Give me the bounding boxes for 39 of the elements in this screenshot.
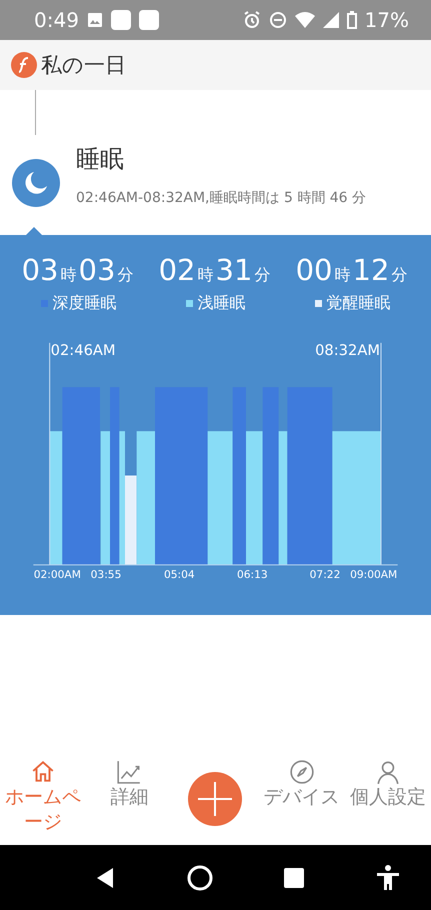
- duration-value: 02 時 31 分: [158, 253, 272, 287]
- duration-value: 00 時 12 分: [296, 253, 408, 287]
- duration-value: 03 時 03 分: [22, 253, 134, 287]
- battery-percentage: 17%: [364, 8, 409, 32]
- plus-icon: [198, 782, 232, 816]
- nav-tab[interactable]: ホームページ: [0, 759, 86, 834]
- nav-tab[interactable]: 詳細: [86, 759, 172, 810]
- notification-icon: [138, 10, 159, 30]
- image-icon: [86, 12, 103, 28]
- moon-icon: [12, 159, 60, 207]
- accessibility-icon[interactable]: [375, 864, 401, 890]
- app-logo-icon: [11, 52, 37, 78]
- chart-icon: [116, 759, 142, 785]
- nav-tab[interactable]: 個人設定: [344, 759, 431, 810]
- legend-label: 覚醒睡眠: [326, 293, 390, 314]
- axis-label: 07:22: [310, 568, 340, 582]
- page-title: 私の一日: [41, 52, 126, 79]
- entry-subtitle: 02:46AM-08:32AM,睡眠時間は 5 時間 46 分: [76, 189, 366, 207]
- person-icon: [374, 759, 401, 785]
- axis-label: 06:13: [236, 568, 268, 582]
- legend-label: 浅睡眠: [198, 293, 246, 314]
- alarm-icon: [242, 11, 261, 29]
- home-button-icon[interactable]: [187, 864, 213, 890]
- axis-label: 03:55: [90, 568, 122, 582]
- battery-icon: [346, 11, 357, 29]
- axis-label: 02:00AM: [34, 568, 81, 582]
- status-time: 0:49: [34, 8, 79, 32]
- wifi-icon: [294, 12, 315, 28]
- end-time-label: 08:32AM: [315, 342, 380, 360]
- axis-label: 09:00AM: [350, 568, 398, 582]
- start-time-label: 02:46AM: [50, 342, 116, 360]
- nav-tab[interactable]: デバイス: [258, 759, 345, 810]
- legend-label: 深度睡眠: [52, 293, 116, 314]
- entry-title: 睡眠: [76, 144, 125, 175]
- signal-icon: [322, 12, 339, 28]
- notification-icon: [110, 10, 131, 30]
- axis-label: 05:04: [164, 568, 195, 582]
- compass-icon: [288, 759, 315, 785]
- do-not-disturb-icon: [268, 11, 287, 29]
